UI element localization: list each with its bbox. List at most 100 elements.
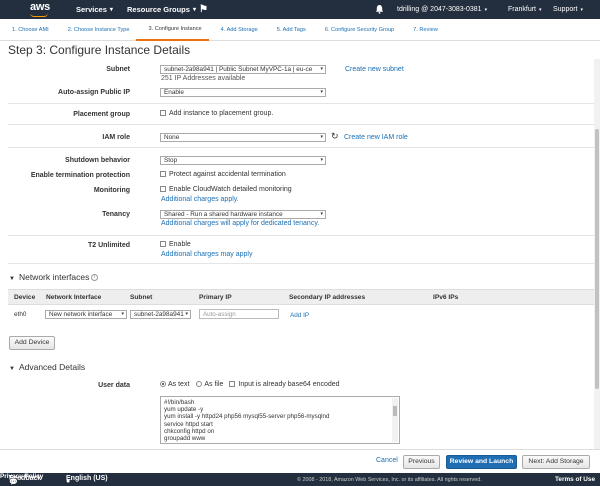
account-label: tdrilling @ 2047-3083-0381: [397, 6, 482, 13]
scrollbar-thumb[interactable]: [595, 129, 599, 389]
review-and-launch-button[interactable]: Review and Launch: [446, 455, 517, 469]
wizard-step-choose-ami[interactable]: 1. Choose AMI: [0, 19, 56, 41]
as-file-radio[interactable]: [196, 381, 203, 388]
as-text-option[interactable]: As text: [160, 381, 189, 388]
chevron-down-icon: ▾: [320, 89, 323, 95]
bell-icon[interactable]: [375, 4, 384, 14]
next-add-storage-button[interactable]: Next: Add Storage: [522, 455, 590, 469]
base64-checkbox[interactable]: [229, 381, 236, 388]
termination-protection-option[interactable]: Protect against accidental termination: [160, 171, 286, 178]
wizard-step-choose-instance-type[interactable]: 2. Choose Instance Type: [56, 19, 137, 41]
auto-assign-ip-label: Auto-assign Public IP: [58, 89, 130, 96]
interface-subnet-select[interactable]: subnet-2a98a941 ▾: [130, 310, 191, 319]
info-icon[interactable]: i: [91, 274, 99, 282]
account-menu[interactable]: tdrilling @ 2047-3083-0381 ▾: [397, 0, 487, 19]
region-menu[interactable]: Frankfurt ▾: [508, 0, 542, 19]
network-interfaces-toggle[interactable]: ▼ Network interfaces i: [9, 272, 99, 282]
advanced-details-toggle[interactable]: ▼ Advanced Details: [9, 362, 85, 372]
chat-bubble-icon: 💬: [9, 479, 18, 486]
services-menu[interactable]: Services ▾: [76, 0, 113, 19]
tenancy-label: Tenancy: [102, 211, 130, 218]
scrollbar-thumb[interactable]: [393, 406, 397, 416]
placement-group-checkbox[interactable]: [160, 110, 166, 117]
caret-down-icon: ▼: [9, 366, 15, 372]
terms-of-use-link[interactable]: Terms of Use: [555, 476, 595, 483]
primary-ip-input[interactable]: Auto-assign: [199, 309, 279, 319]
base64-option[interactable]: Input is already base64 encoded: [229, 381, 340, 388]
termination-protection-checkbox[interactable]: [160, 171, 166, 178]
network-interface-select[interactable]: New network interface ▾: [45, 310, 127, 319]
shutdown-behavior-label: Shutdown behavior: [65, 157, 130, 164]
monitoring-charges-link[interactable]: Additional charges apply.: [161, 196, 239, 203]
t2-unlimited-label: T2 Unlimited: [87, 242, 130, 249]
monitoring-checkbox[interactable]: [160, 186, 166, 193]
monitoring-option[interactable]: Enable CloudWatch detailed monitoring: [160, 186, 292, 193]
wizard-step-review[interactable]: 7. Review: [401, 19, 445, 41]
textarea-scrollbar[interactable]: [392, 398, 398, 442]
services-label: Services: [76, 5, 107, 14]
caret-down-icon: ▼: [9, 276, 15, 282]
previous-button[interactable]: Previous: [403, 455, 440, 469]
support-label: Support: [553, 6, 578, 13]
subnet-select[interactable]: subnet-2a98a941 | Public Subnet MyVPC-1a…: [160, 65, 326, 74]
chevron-down-icon: ▾: [539, 6, 542, 13]
aws-logo[interactable]: aws: [0, 0, 58, 19]
t2-unlimited-option[interactable]: Enable: [160, 241, 191, 248]
chevron-down-icon: ▾: [121, 311, 124, 317]
placement-group-label: Placement group: [73, 111, 130, 118]
language-selector[interactable]: ● English (US): [66, 475, 108, 485]
base64-label: Input is already base64 encoded: [238, 381, 340, 388]
iam-role-select[interactable]: None ▾: [160, 133, 326, 142]
pin-icon[interactable]: ⚑: [199, 0, 208, 19]
copyright-text: © 2008 - 2018, Amazon Web Services, Inc.…: [297, 476, 482, 483]
aws-smile-icon: [30, 13, 48, 17]
refresh-icon[interactable]: ↻: [331, 131, 339, 142]
t2-unlimited-checkbox[interactable]: [160, 241, 166, 248]
wizard-step-add-storage[interactable]: 4. Add Storage: [209, 19, 265, 41]
wizard-step-configure-security-group[interactable]: 6. Configure Security Group: [313, 19, 401, 41]
script-line: groupadd www: [164, 435, 206, 443]
device-cell: eth0: [14, 311, 27, 318]
create-subnet-link[interactable]: Create new subnet: [345, 66, 404, 73]
globe-icon: ●: [66, 478, 71, 485]
add-device-button[interactable]: Add Device: [9, 336, 55, 350]
column-header: Subnet: [130, 294, 153, 301]
auto-assign-ip-select[interactable]: Enable ▾: [160, 88, 326, 97]
user-data-textarea[interactable]: #!/bin/bash yum update -y yum install -y…: [160, 396, 400, 444]
support-menu[interactable]: Support ▾: [553, 0, 583, 19]
shutdown-behavior-value: Stop: [164, 157, 178, 164]
script-line: chkconfig httpd on: [164, 427, 215, 435]
page-scrollbar[interactable]: [594, 59, 600, 449]
feedback-link[interactable]: 💬 Feedback: [9, 475, 41, 486]
network-interfaces-heading: Network interfaces: [18, 272, 90, 282]
t2-charges-link[interactable]: Additional charges may apply: [161, 251, 252, 258]
iam-role-value: None: [164, 134, 180, 141]
chevron-down-icon: ▾: [109, 7, 113, 13]
chevron-down-icon: ▾: [320, 66, 323, 72]
subnet-value: subnet-2a98a941 | Public Subnet MyVPC-1a…: [164, 66, 313, 73]
placement-group-option[interactable]: Add instance to placement group.: [160, 110, 273, 117]
tenancy-select[interactable]: Shared - Run a shared hardware instance ▾: [160, 210, 326, 219]
user-data-label: User data: [98, 382, 130, 389]
wizard-step-configure-instance[interactable]: 3. Configure Instance: [136, 19, 209, 41]
page-title: Step 3: Configure Instance Details: [8, 43, 191, 57]
script-line: service httpd start: [164, 420, 213, 428]
primary-ip-placeholder: Auto-assign: [203, 311, 236, 318]
as-text-radio[interactable]: [160, 381, 166, 388]
shutdown-behavior-select[interactable]: Stop ▾: [160, 156, 326, 165]
wizard-step-label: 2. Choose Instance Type: [67, 26, 130, 33]
resource-groups-menu[interactable]: Resource Groups ▾: [127, 0, 196, 19]
column-header: Primary IP: [199, 294, 232, 301]
wizard-step-add-tags[interactable]: 5. Add Tags: [265, 19, 313, 41]
script-line: #!/bin/bash: [164, 399, 195, 406]
wizard-action-bar: Cancel Previous Review and Launch Next: …: [0, 449, 600, 473]
cancel-link[interactable]: Cancel: [376, 457, 398, 464]
tenancy-charges-link[interactable]: Additional charges will apply for dedica…: [161, 220, 319, 227]
as-file-option[interactable]: As file: [196, 381, 223, 388]
create-iam-role-link[interactable]: Create new IAM role: [344, 134, 408, 141]
interface-subnet-value: subnet-2a98a941: [134, 311, 184, 318]
add-ip-link[interactable]: Add IP: [290, 312, 309, 319]
as-text-label: As text: [168, 381, 190, 388]
divider: [8, 235, 594, 236]
divider: [8, 103, 594, 104]
